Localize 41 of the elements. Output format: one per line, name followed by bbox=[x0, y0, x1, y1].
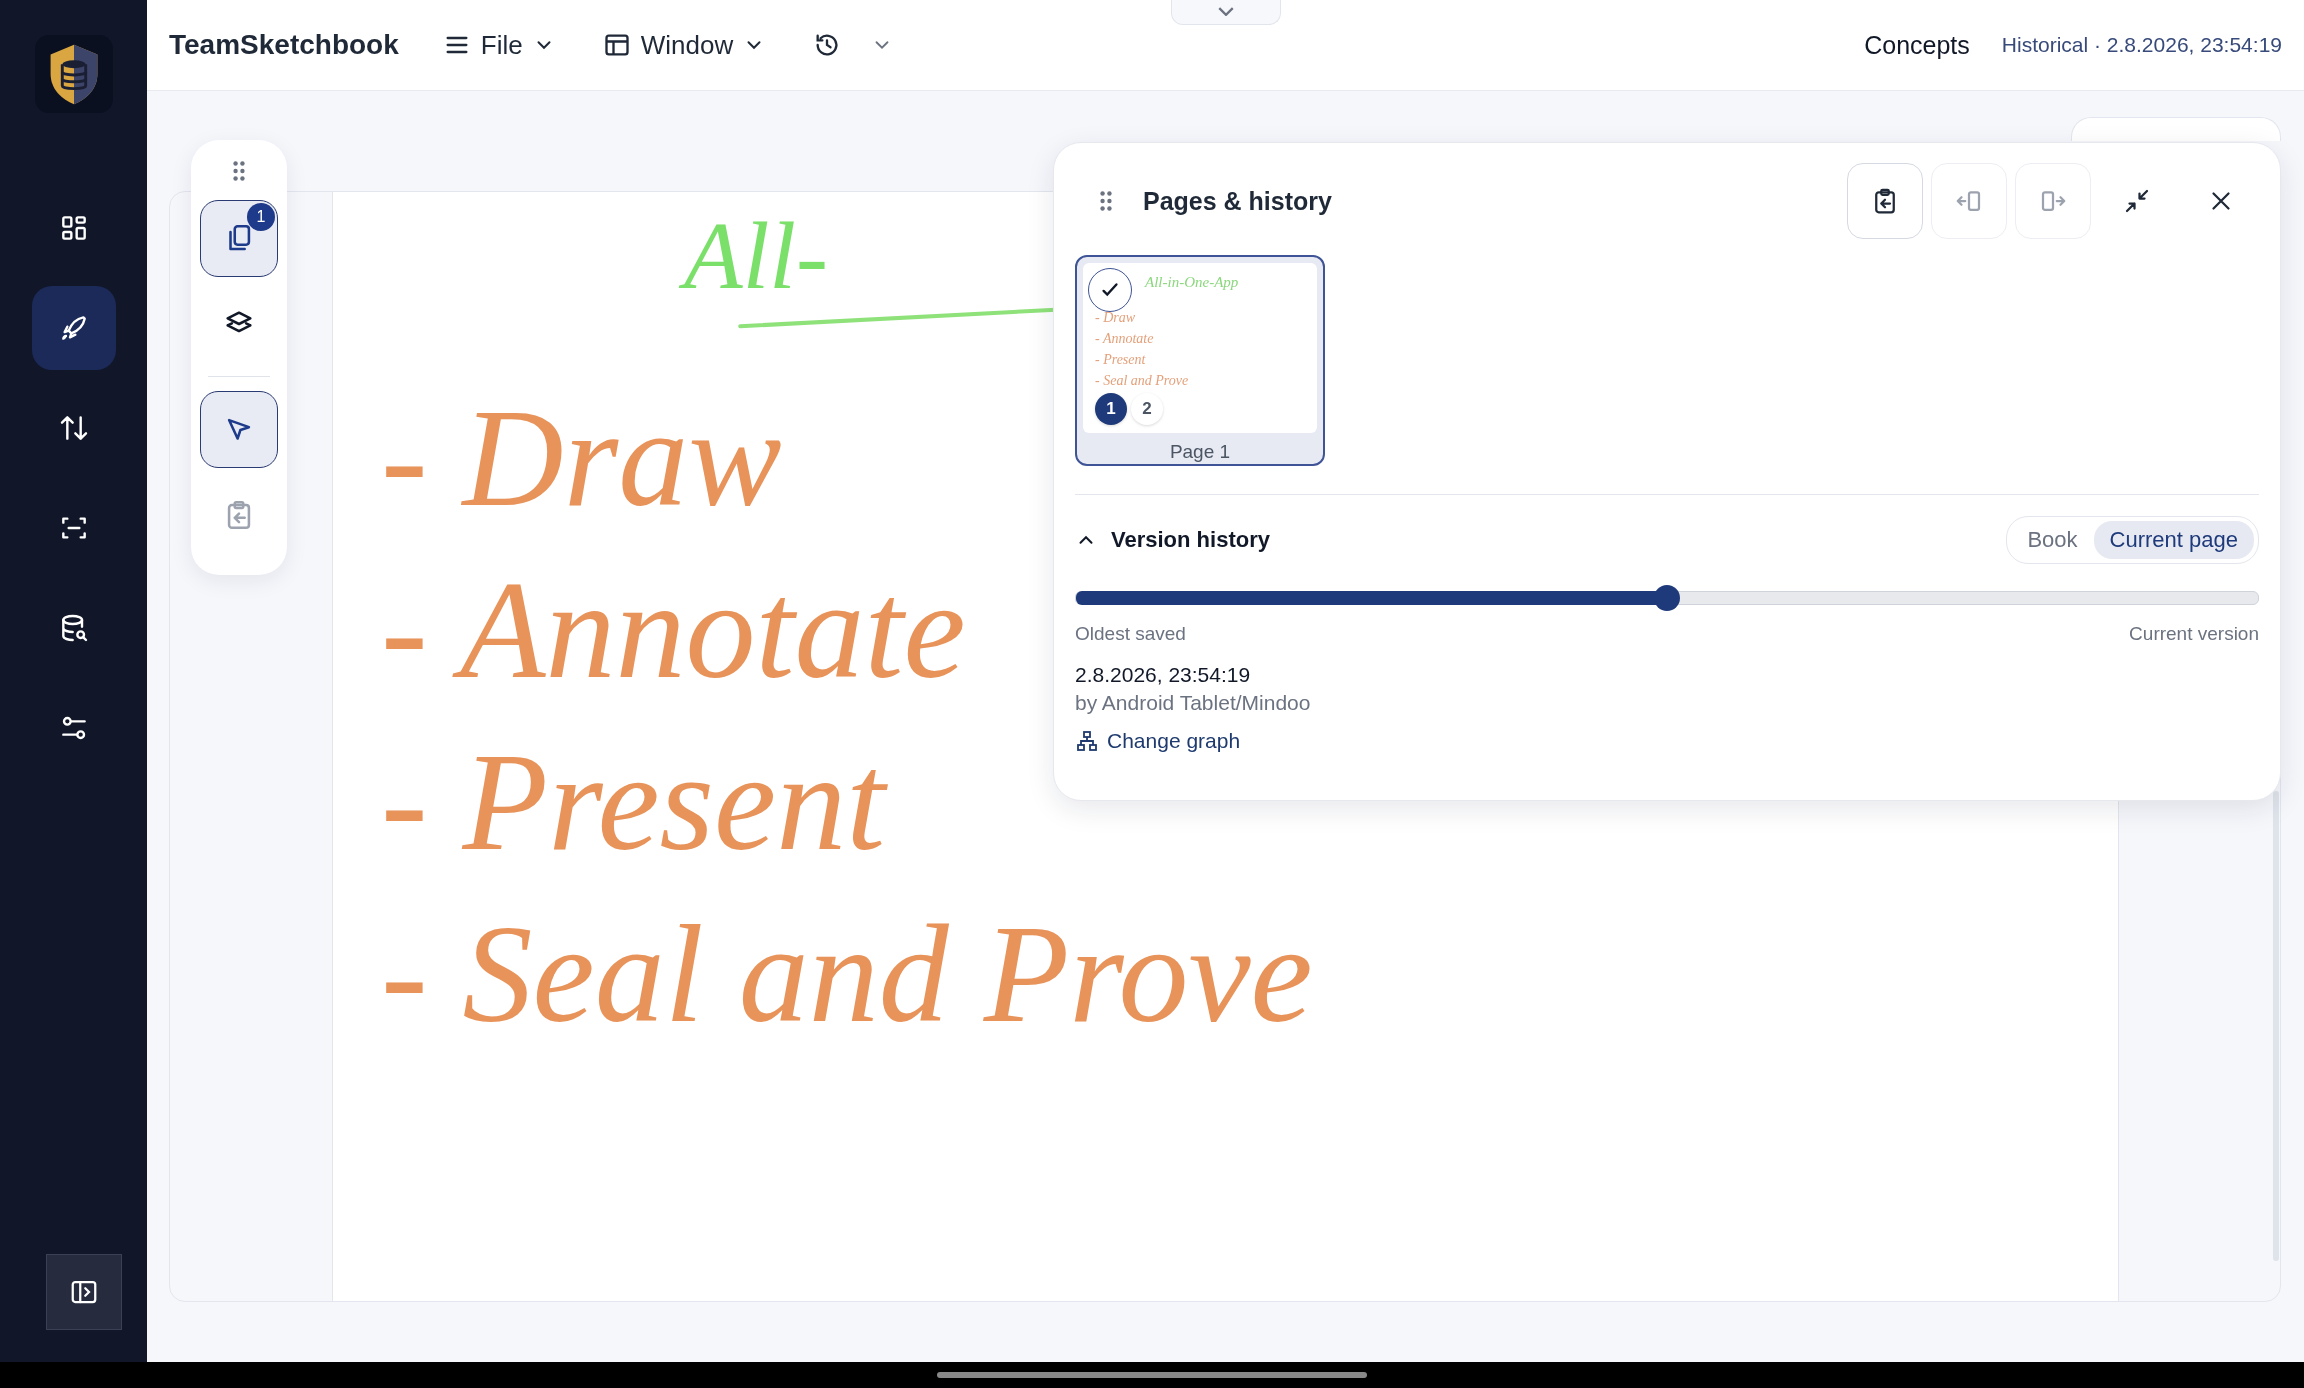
handwritten-line: - Annotate bbox=[381, 551, 967, 709]
history-status: Historical · 2.8.2026, 23:54:19 bbox=[2001, 33, 2282, 57]
version-badge[interactable]: 1 bbox=[1095, 393, 1127, 425]
drag-handle-icon[interactable] bbox=[1099, 190, 1113, 212]
paste-button[interactable] bbox=[1847, 163, 1923, 239]
slider-start-label: Oldest saved bbox=[1075, 623, 1186, 645]
thumbnail-line: - Draw bbox=[1095, 309, 1137, 327]
select-tool[interactable] bbox=[200, 391, 278, 468]
thumbnail-title: All-in-One-App bbox=[1145, 274, 1239, 290]
slider-end-label: Current version bbox=[2129, 623, 2259, 645]
pages-tool[interactable]: 1 bbox=[200, 200, 278, 277]
window-menu[interactable]: Window bbox=[588, 23, 780, 67]
app-title: TeamSketchbook bbox=[169, 29, 399, 61]
sidebar-toggle-button[interactable] bbox=[45, 1254, 122, 1330]
version-author: by Android Tablet/Mindoo bbox=[1075, 691, 1311, 715]
page-label: Page 1 bbox=[1169, 441, 1231, 463]
thumbnail-line: - Annotate bbox=[1095, 330, 1155, 348]
version-date: 2.8.2026, 23:54:19 bbox=[1075, 663, 1251, 687]
version-badge[interactable]: 2 bbox=[1131, 393, 1163, 425]
version-history-toggle[interactable]: Version history bbox=[1075, 527, 1270, 553]
scrollbar[interactable] bbox=[2273, 791, 2279, 1261]
change-graph-link[interactable]: Change graph bbox=[1075, 729, 1241, 753]
scope-tab[interactable]: Book bbox=[2011, 521, 2094, 559]
handwritten-line: - Present bbox=[381, 723, 889, 881]
panel-title: Pages & history bbox=[1143, 186, 1332, 216]
thumbnail-line: - Present bbox=[1095, 351, 1147, 369]
handwritten-line: - Draw bbox=[381, 379, 783, 537]
file-menu[interactable]: File bbox=[428, 23, 569, 67]
handwritten-title: All- bbox=[678, 196, 842, 316]
count-badge: 1 bbox=[247, 203, 275, 231]
workspace-name: Concepts bbox=[1864, 30, 1970, 60]
handwritten-line: - Seal and Prove bbox=[381, 895, 1314, 1053]
thumbnail-line: - Seal and Prove bbox=[1095, 372, 1190, 390]
chevron-down-icon bbox=[1218, 7, 1234, 16]
slider-thumb[interactable] bbox=[1654, 585, 1680, 611]
rocket-nav-item[interactable] bbox=[31, 286, 116, 370]
check-circle[interactable] bbox=[1088, 268, 1132, 312]
scope-tab[interactable]: Current page bbox=[2093, 521, 2254, 559]
page-card[interactable]: All-in-One-App - Draw - Annotate - Present - Seal and Prove 1 2 Page 1 bbox=[1075, 255, 1325, 466]
graph-icon bbox=[1075, 729, 1099, 753]
drag-handle-icon[interactable] bbox=[232, 160, 246, 182]
